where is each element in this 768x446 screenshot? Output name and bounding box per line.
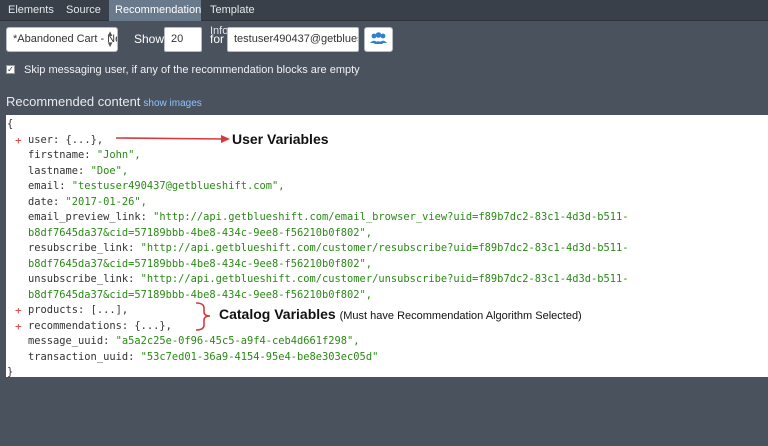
annotation-arrow-layer xyxy=(115,135,230,331)
catalog-variables-note: (Must have Recommendation Algorithm Sele… xyxy=(339,310,582,322)
catalog-variables-annotation: Catalog Variables (Must have Recommendat… xyxy=(219,306,582,322)
annotation-brace xyxy=(195,302,211,331)
annotation-arrow-line xyxy=(115,137,225,140)
catalog-variables-title: Catalog Variables xyxy=(219,306,336,322)
user-variables-annotation: User Variables xyxy=(232,131,329,147)
annotation-arrowhead xyxy=(221,135,230,143)
